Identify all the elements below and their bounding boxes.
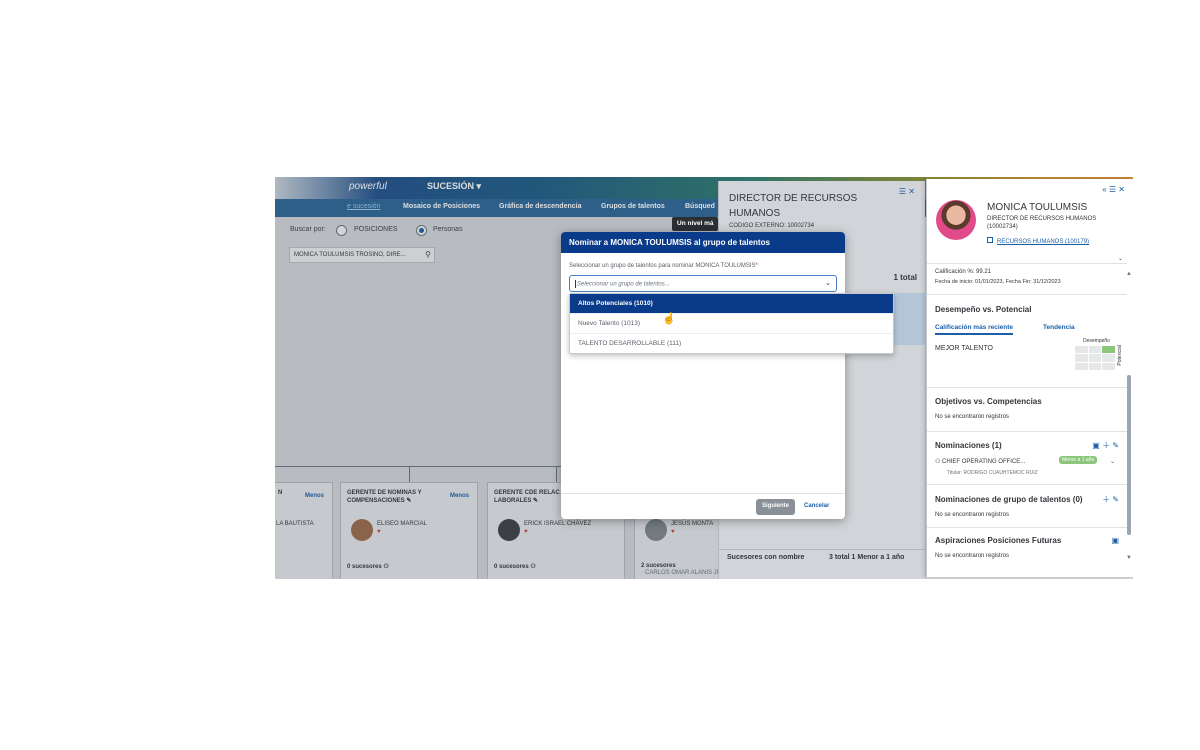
aspirations-empty: No se encontraron registros bbox=[935, 553, 1010, 559]
titular-text: Titular: RODRIGO CUAUHTEMOC RUIZ bbox=[947, 470, 1038, 476]
divider bbox=[927, 431, 1127, 432]
combobox-placeholder: Seleccionar un grupo de talentos... bbox=[577, 281, 670, 288]
department-link[interactable]: RECURSOS HUMANOS (100179) bbox=[987, 237, 1089, 245]
divider bbox=[927, 527, 1127, 528]
talent-group-actions-icons[interactable]: ＋ ✎ bbox=[1102, 494, 1119, 505]
employee-role: DIRECTOR DE RECURSOS HUMANOS (10002734) bbox=[987, 216, 1097, 230]
panel-header-icons[interactable]: « ☰ ✕ bbox=[1102, 185, 1125, 194]
talent-group-combobox[interactable]: Seleccionar un grupo de talentos... ⌄ bbox=[569, 275, 837, 292]
performance-result: MEJOR TALENTO bbox=[935, 345, 993, 352]
rating-dates: Fecha de inicio: 01/01/2023, Fecha Fin: … bbox=[935, 279, 1061, 285]
future-aspirations-title: Aspiraciones Posiciones Futuras bbox=[935, 536, 1062, 545]
org-unit-icon bbox=[987, 237, 993, 243]
divider bbox=[927, 387, 1127, 388]
nine-box-grid bbox=[1075, 346, 1115, 370]
tab-latest-rating[interactable]: Calificación más reciente bbox=[935, 324, 1014, 335]
tooltip: Un nivel má bbox=[672, 217, 719, 231]
nominate-talent-dialog: Nominar a MONICA TOULUMSIS al grupo de t… bbox=[561, 232, 845, 519]
nomination-actions-icons[interactable]: ▣ ＋ ✎ bbox=[1092, 440, 1119, 451]
divider bbox=[927, 484, 1127, 485]
hand-pointer-icon: ☝ bbox=[662, 313, 676, 325]
tab-trend[interactable]: Tendencia bbox=[1043, 324, 1075, 331]
talent-group-empty: No se encontraron registros bbox=[935, 512, 1010, 518]
scroll-thumb[interactable] bbox=[1127, 375, 1131, 535]
aspirations-icon[interactable]: ▣ bbox=[1111, 536, 1119, 545]
chevron-down-icon[interactable]: ⌄ bbox=[1118, 255, 1123, 262]
text-cursor bbox=[575, 280, 576, 288]
employee-name: MONICA TOULUMSIS bbox=[987, 202, 1088, 213]
talent-group-dropdown: Altos Potenciales (1010) Nuevo Talento (… bbox=[569, 293, 894, 354]
app-window: powerful SUCESIÓN ▾ e sucesión Mosaico d… bbox=[275, 177, 1133, 579]
divider bbox=[927, 294, 1127, 295]
next-button[interactable]: Siguiente bbox=[756, 499, 795, 515]
grid-top-label: Desempeño bbox=[1083, 338, 1110, 344]
dialog-title: Nominar a MONICA TOULUMSIS al grupo de t… bbox=[561, 232, 845, 253]
scrollbar[interactable]: ▲ ▼ bbox=[1126, 271, 1132, 561]
scroll-up-icon[interactable]: ▲ bbox=[1126, 271, 1132, 277]
objectives-empty: No se encontraron registros bbox=[935, 414, 1010, 420]
grid-side-label: Potencial bbox=[1117, 345, 1123, 366]
divider bbox=[927, 263, 1127, 264]
nominations-title: Nominaciones (1) bbox=[935, 441, 1002, 450]
talent-group-label: Seleccionar un grupo de talentos para no… bbox=[569, 263, 758, 269]
objectives-title: Objetivos vs. Competencias bbox=[935, 397, 1042, 406]
scroll-down-icon[interactable]: ▼ bbox=[1126, 555, 1132, 561]
option-high-potentials[interactable]: Altos Potenciales (1010) bbox=[570, 294, 893, 314]
option-new-talent[interactable]: Nuevo Talento (1013) bbox=[570, 314, 893, 334]
option-developable-talent[interactable]: TALENTO DESARROLLABLE (111) bbox=[570, 334, 893, 354]
talent-group-nominations-title: Nominaciones de grupo de talentos (0) bbox=[935, 495, 1083, 504]
perf-vs-potential-title: Desempeño vs. Potencial bbox=[935, 305, 1032, 314]
rating-text: Calificación %: 99.21 bbox=[935, 269, 992, 275]
profile-photo bbox=[936, 200, 976, 240]
nomination-position[interactable]: ⚇ CHIEF OPERATING OFFICE... bbox=[935, 458, 1025, 465]
employee-profile-panel: « ☰ ✕ MONICA TOULUMSIS DIRECTOR DE RECUR… bbox=[926, 179, 1133, 577]
status-badge: Menor a 1 año bbox=[1059, 456, 1098, 464]
cancel-button[interactable]: Cancelar bbox=[804, 503, 829, 509]
chevron-down-icon[interactable]: ⌄ bbox=[1110, 458, 1115, 465]
chevron-down-icon[interactable]: ⌄ bbox=[825, 279, 831, 287]
dialog-footer: Siguiente Cancelar bbox=[561, 493, 845, 519]
